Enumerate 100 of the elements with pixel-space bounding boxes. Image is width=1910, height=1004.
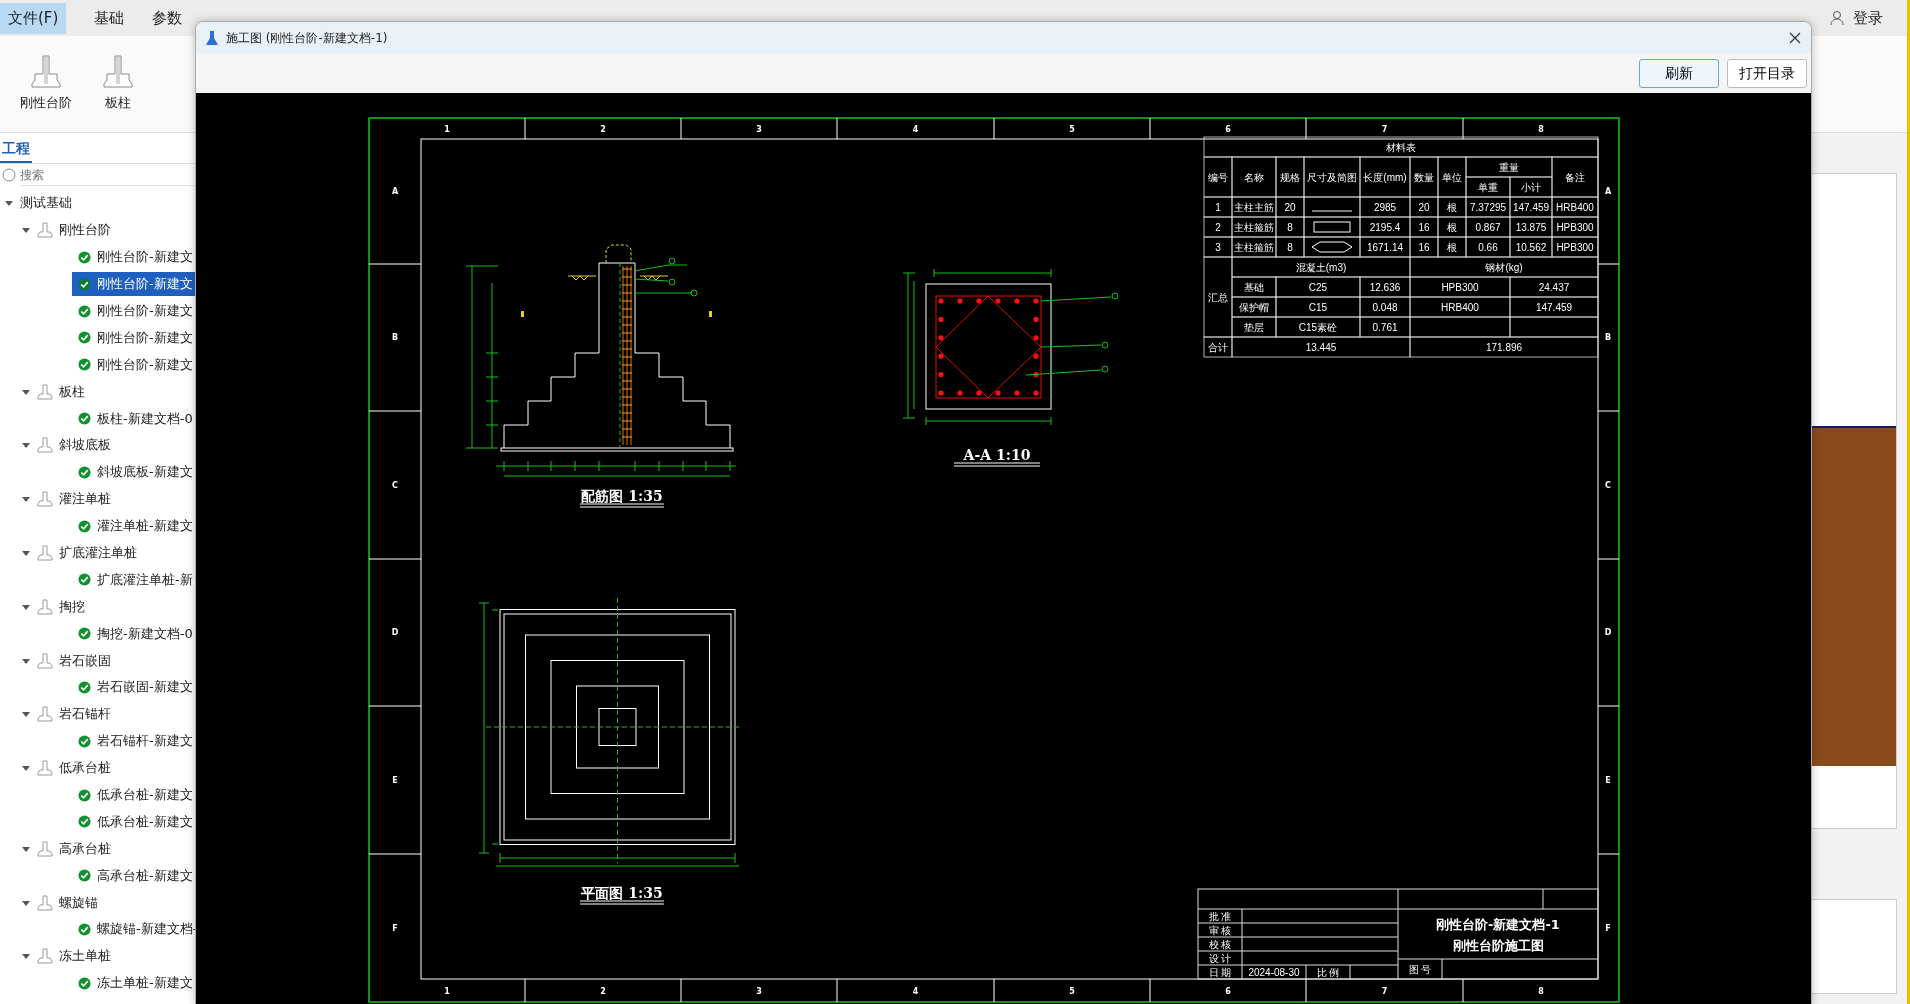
tree-item[interactable]: 低承台桩-新建文: [72, 783, 199, 808]
project-tab[interactable]: 工程: [0, 140, 32, 163]
tree-item[interactable]: 斜坡底板-新建文: [72, 460, 199, 485]
toolbar-button[interactable]: 刚性台阶: [14, 36, 78, 132]
table-cell: 2: [1215, 221, 1221, 233]
table-cell: HPB300: [1556, 221, 1594, 233]
table-cell: C25: [1308, 281, 1328, 293]
tree-node[interactable]: 掏挖: [59, 597, 85, 616]
tree-node[interactable]: 板柱: [59, 382, 85, 401]
check-icon: [78, 358, 91, 372]
grid-mark: C: [392, 480, 398, 490]
number-label: 图 号: [1408, 963, 1432, 975]
row-header: 保护帽: [1239, 301, 1269, 313]
column-header: 小计: [1521, 181, 1541, 193]
check-icon: [78, 923, 91, 936]
tree-node[interactable]: 螺旋锚: [59, 893, 98, 912]
project-title: 刚性台阶-新建文档-1: [1436, 916, 1560, 932]
role-label: 批 准: [1208, 910, 1232, 922]
tree-item[interactable]: 螺旋锚-新建文档-: [72, 917, 204, 942]
tree-item[interactable]: 灌注单桩-新建文: [72, 514, 199, 539]
user-icon: [1829, 10, 1845, 26]
grid-mark: 7: [1381, 124, 1388, 134]
toolbar-button[interactable]: 板柱: [96, 36, 140, 132]
tree-item[interactable]: 掏挖-新建文档-0: [72, 621, 199, 646]
tree-node[interactable]: 测试基础: [20, 194, 72, 213]
tree-item[interactable]: 岩石锚杆-新建文: [72, 729, 199, 754]
column-header: 数量: [1414, 171, 1434, 183]
tree-node[interactable]: 冻土单桩: [59, 947, 111, 966]
menu-item[interactable]: 参数: [152, 2, 183, 34]
check-icon: [78, 250, 91, 264]
grid-mark: 5: [1069, 986, 1075, 996]
view-caption: 平面图 1:35: [581, 885, 663, 901]
check-icon: [78, 788, 91, 802]
table-cell: 24.437: [1538, 281, 1570, 293]
tree-item[interactable]: 扩底灌注单桩-新: [72, 567, 199, 592]
tree-item[interactable]: 刚性台阶-新建文: [72, 299, 199, 323]
menu-item[interactable]: 基础: [94, 2, 125, 34]
tree-node[interactable]: 刚性台阶: [59, 221, 111, 240]
grid-mark: D: [391, 628, 399, 637]
check-icon: [78, 331, 91, 345]
tree-item[interactable]: 刚性台阶-新建文: [72, 245, 199, 270]
grid-mark: 6: [1225, 986, 1231, 996]
search-icon: [2, 168, 16, 182]
tree-node[interactable]: 斜坡底板: [59, 436, 111, 455]
scale-label: 比 例: [1316, 966, 1340, 978]
grid-mark: 1: [444, 986, 450, 996]
footing-icon: [37, 437, 53, 454]
row-header: 垫层: [1244, 321, 1264, 333]
toolbar-button[interactable]: 刷新: [1639, 59, 1719, 88]
view-caption: 配筋图 1:35: [581, 488, 663, 504]
grid-mark: 1: [444, 124, 450, 134]
role-label: 设 计: [1208, 952, 1232, 964]
check-icon: [78, 627, 91, 641]
grid-mark: A: [1604, 186, 1612, 196]
column-header: 编号: [1208, 171, 1228, 183]
table-cell: 根: [1447, 241, 1457, 253]
table-title: 材料表: [1386, 141, 1416, 153]
tree-item[interactable]: 刚性台阶-新建文: [72, 325, 199, 350]
row-header: 汇总: [1208, 291, 1228, 303]
table-cell: 16: [1418, 221, 1430, 233]
tree-item[interactable]: 冻土单桩-新建文: [72, 971, 199, 996]
table-cell: 8: [1287, 221, 1293, 233]
tree-item[interactable]: 低承台桩-新建文: [72, 809, 199, 834]
grid-mark: 8: [1538, 124, 1544, 134]
grid-mark: F: [1605, 923, 1611, 933]
table-cell: 13.875: [1515, 221, 1547, 233]
table-cell: 8: [1287, 241, 1293, 253]
date-value: 2024-08-30: [1248, 966, 1300, 978]
tree-node[interactable]: 灌注单桩: [59, 490, 111, 509]
check-icon: [78, 869, 91, 883]
tree-node[interactable]: 扩底灌注单桩: [59, 544, 137, 562]
toolbar-button[interactable]: 打开目录: [1727, 59, 1807, 88]
table-cell: 20: [1418, 201, 1430, 213]
tree-node[interactable]: 岩石锚杆: [59, 705, 111, 724]
table-cell: 2195.4: [1369, 221, 1401, 233]
table-cell: 3: [1215, 241, 1221, 253]
table-cell: 171.896: [1485, 341, 1523, 353]
view-caption: A-A 1:10: [963, 447, 1031, 463]
caret-icon[interactable]: [21, 548, 31, 558]
tree-item[interactable]: 岩石嵌固-新建文: [72, 675, 199, 700]
tree-node[interactable]: 低承台桩: [59, 759, 111, 778]
footing-icon: [37, 948, 53, 965]
table-cell: 主柱箍筋: [1234, 241, 1274, 253]
footing-icon: [37, 383, 53, 400]
role-label: 校 核: [1208, 938, 1232, 950]
table-cell: 7.37295: [1469, 201, 1507, 213]
tree-node[interactable]: 岩石嵌固: [59, 651, 111, 670]
tree-item[interactable]: 高承台桩-新建文: [72, 863, 199, 888]
tree-node[interactable]: 高承台桩: [59, 839, 111, 858]
table-cell: 0.66: [1478, 241, 1498, 253]
tree-item[interactable]: 板柱-新建文档-0: [72, 406, 199, 431]
tree-item[interactable]: 刚性台阶-新建文: [72, 352, 199, 377]
check-icon: [78, 680, 91, 694]
close-icon[interactable]: [1789, 32, 1801, 44]
login-link[interactable]: 登录: [1829, 8, 1883, 28]
grid-mark: 6: [1225, 124, 1231, 134]
menu-item[interactable]: 文件(F): [0, 2, 67, 34]
app-icon: [206, 31, 218, 45]
grid-mark: 5: [1069, 124, 1075, 134]
table-cell: 根: [1447, 221, 1457, 233]
